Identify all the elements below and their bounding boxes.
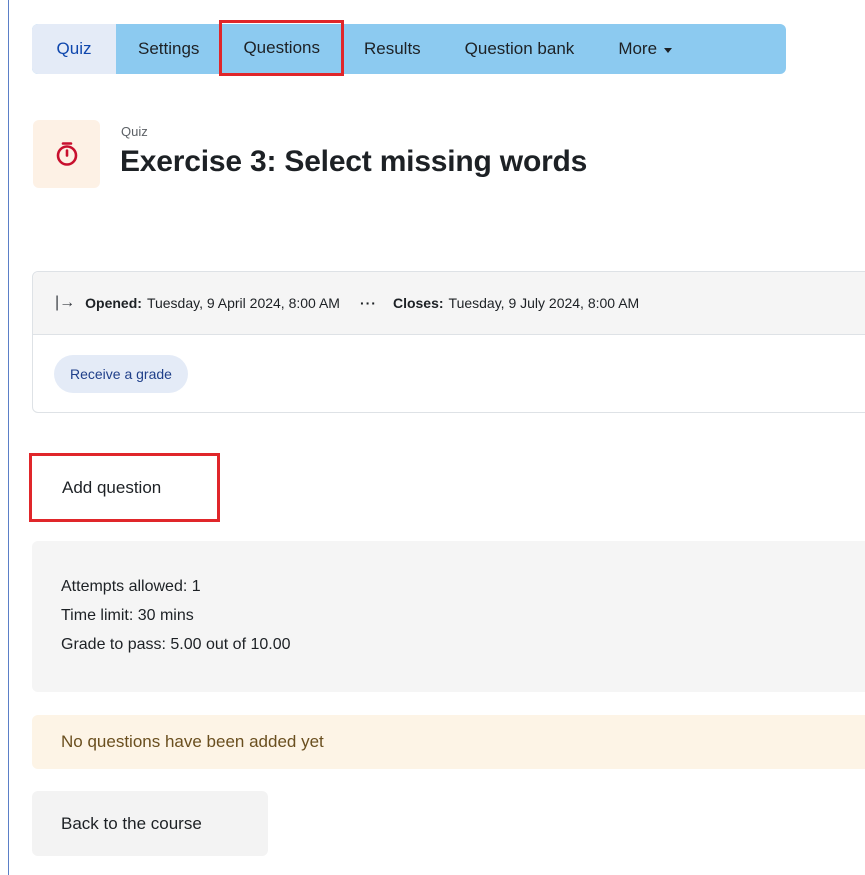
- quiz-info-box: Attempts allowed: 1 Time limit: 30 mins …: [32, 541, 865, 692]
- completion-badge: Receive a grade: [54, 355, 188, 393]
- stopwatch-icon: [56, 142, 77, 166]
- back-to-course-button[interactable]: Back to the course: [32, 791, 268, 856]
- arrow-right-to-bar-icon: |→: [55, 294, 76, 311]
- tab-quiz-label: Quiz: [56, 39, 92, 58]
- tab-questions[interactable]: Questions: [219, 20, 344, 76]
- tab-results-label: Results: [363, 39, 421, 58]
- tab-quiz[interactable]: Quiz: [32, 24, 116, 74]
- page-title: Exercise 3: Select missing words: [120, 145, 588, 178]
- opened-label: Opened:: [85, 295, 142, 311]
- caret-down-icon: [664, 47, 673, 53]
- tab-settings-label: Settings: [138, 39, 200, 58]
- tab-settings[interactable]: Settings: [116, 24, 221, 74]
- grade-to-pass: Grade to pass: 5.00 out of 10.00: [61, 636, 291, 653]
- closes-value: Tuesday, 9 July 2024, 8:00 AM: [448, 295, 640, 311]
- tab-question-bank[interactable]: Question bank: [443, 24, 597, 74]
- time-limit: Time limit: 30 mins: [61, 607, 194, 624]
- tab-more-label: More: [618, 39, 658, 58]
- tab-questions-label: Questions: [243, 38, 320, 57]
- secondary-navigation: Quiz Settings Questions Results Question…: [32, 20, 786, 76]
- activity-type-label: Quiz: [121, 124, 148, 139]
- activity-icon-box: [33, 120, 100, 188]
- closes-label: Closes:: [392, 295, 444, 311]
- activity-dates-card: |→ Opened: Tuesday, 9 April 2024, 8:00 A…: [32, 271, 865, 413]
- activity-dates: |→ Opened: Tuesday, 9 April 2024, 8:00 A…: [33, 272, 865, 335]
- dates-separator: ···: [359, 295, 377, 311]
- add-question-button[interactable]: Add question: [29, 453, 220, 522]
- tab-question-bank-label: Question bank: [464, 39, 575, 58]
- tab-results[interactable]: Results: [342, 24, 443, 74]
- attempts-allowed: Attempts allowed: 1: [61, 578, 201, 595]
- opened-value: Tuesday, 9 April 2024, 8:00 AM: [146, 295, 340, 311]
- tab-more-dropdown[interactable]: More: [596, 24, 694, 74]
- completion-requirements: Receive a grade: [33, 335, 865, 413]
- no-questions-notice: No questions have been added yet: [32, 715, 865, 769]
- window-left-border: [8, 0, 9, 875]
